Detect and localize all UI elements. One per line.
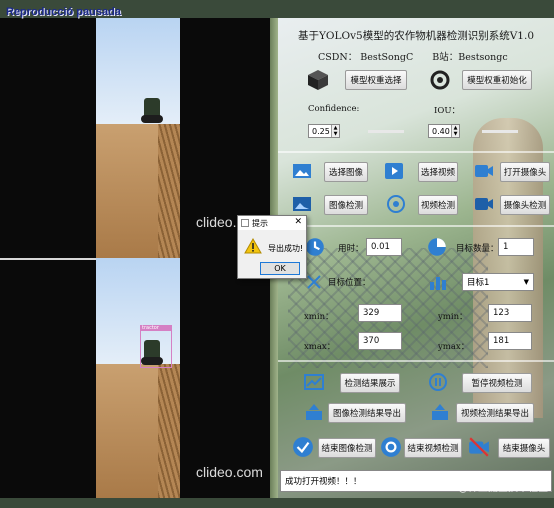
footer-watermark: @稀土掘金技术社区 — [458, 483, 548, 494]
time-field: 0.01 — [366, 238, 402, 256]
time-label: 用时： — [338, 244, 364, 254]
end-video-detect-button[interactable]: 结束视频检测 — [404, 438, 462, 458]
export-icon — [432, 404, 448, 420]
select-image-button[interactable]: 选择图像 — [324, 162, 368, 182]
bar-chart-icon — [430, 277, 446, 290]
video-detect-icon — [387, 195, 405, 213]
select-video-button[interactable]: 选择视频 — [418, 162, 458, 182]
show-result-button[interactable]: 检测结果展示 — [340, 373, 400, 393]
export-icon — [306, 404, 322, 420]
video-detect-button[interactable]: 视频检测 — [418, 195, 458, 215]
target-select[interactable]: 目标1 ▼ — [462, 273, 534, 291]
video-frame: tractor — [96, 258, 180, 498]
watermark-text: clideo.com — [196, 464, 263, 480]
camera-detect-button[interactable]: 摄像头检测 — [500, 195, 550, 215]
video-icon — [385, 163, 403, 179]
dialog-title: 提示 — [252, 218, 268, 228]
end-image-detect-button[interactable]: 结束图像检测 — [318, 438, 376, 458]
author-line: CSDN： BestSongC B站：Bestsongc — [318, 49, 538, 63]
pie-chart-icon — [428, 238, 446, 256]
export-video-button[interactable]: 视频检测结果导出 — [456, 403, 534, 423]
cube-icon — [308, 70, 328, 90]
detection-video-view: tractor clideo.com — [0, 258, 278, 498]
end-camera-button[interactable]: 结束摄像头 — [498, 438, 550, 458]
stop-icon — [381, 437, 401, 457]
pause-icon — [429, 373, 447, 391]
close-icon[interactable]: ✕ — [294, 217, 302, 227]
ymax-label: ymax： — [438, 342, 470, 352]
count-label: 目标数量： — [456, 244, 499, 254]
open-camera-button[interactable]: 打开摄像头 — [500, 162, 550, 182]
message-dialog: 提示 ✕ 导出成功! OK — [237, 215, 307, 279]
ymax-field: 181 — [488, 332, 532, 350]
confidence-label: Confidence: — [308, 104, 360, 114]
gear-icon — [430, 70, 450, 90]
clock-icon — [306, 238, 324, 256]
iou-label: IOU： — [434, 106, 460, 116]
ok-button[interactable]: OK — [260, 262, 300, 275]
image-icon — [293, 164, 311, 178]
player-title: Reproducció pausada — [6, 6, 121, 18]
xmin-field: 329 — [358, 304, 402, 322]
chevron-down-icon: ▼ — [523, 278, 529, 286]
video-frame — [96, 18, 180, 258]
iou-slider[interactable] — [482, 130, 518, 133]
export-image-button[interactable]: 图像检测结果导出 — [328, 403, 406, 423]
image-detect-icon — [293, 197, 311, 211]
ymin-field: 123 — [488, 304, 532, 322]
confidence-spinbox[interactable]: 0.25 ▲ ▼ — [308, 124, 340, 138]
app-icon — [241, 219, 249, 227]
select-weights-button[interactable]: 模型权重选择 — [345, 70, 407, 90]
camera-detect-icon — [475, 198, 493, 210]
image-detect-button[interactable]: 图像检测 — [324, 195, 368, 215]
xmax-label: xmax： — [304, 342, 336, 352]
warning-icon — [244, 238, 262, 254]
position-label: 目标位置： — [328, 278, 371, 288]
app-title: 基于YOLOv5模型的农作物机器检测识别系统V1.0 — [297, 30, 534, 42]
tractor-image — [141, 98, 163, 123]
control-panel: 基于YOLOv5模型的农作物机器检测识别系统V1.0 CSDN： BestSon… — [278, 18, 554, 498]
camera-icon — [475, 165, 493, 177]
csdn-label: CSDN： BestSongC — [318, 52, 414, 63]
pause-video-button[interactable]: 暂停视频检测 — [462, 373, 532, 393]
xmax-field: 370 — [358, 332, 402, 350]
xmin-label: xmin： — [304, 312, 334, 322]
init-weights-button[interactable]: 模型权重初始化 — [462, 70, 532, 90]
position-icon — [307, 275, 321, 289]
camera-off-icon — [469, 437, 489, 457]
dialog-titlebar: 提示 ✕ — [238, 216, 306, 230]
bilibili-label: B站：Bestsongc — [432, 52, 508, 63]
confidence-slider[interactable] — [368, 130, 404, 133]
iou-spinbox[interactable]: 0.40 ▲ ▼ — [428, 124, 460, 138]
count-field: 1 — [498, 238, 534, 256]
ymin-label: ymin： — [438, 312, 468, 322]
chart-icon — [304, 374, 324, 390]
check-icon — [293, 437, 313, 457]
detection-box — [140, 330, 172, 368]
detection-label: tractor — [140, 325, 172, 331]
dialog-message: 导出成功! — [268, 244, 304, 253]
